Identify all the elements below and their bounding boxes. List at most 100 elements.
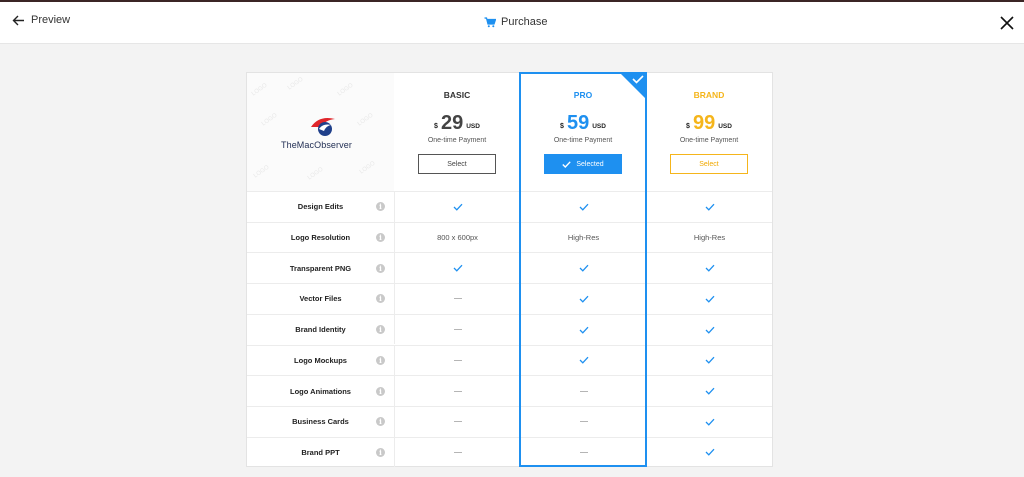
not-included-dash: [579, 421, 588, 423]
feature-row: Business Cards i: [247, 405, 772, 437]
feature-value-text: High-Res: [567, 233, 600, 243]
info-icon[interactable]: i: [376, 263, 385, 273]
checkmark-icon: [705, 449, 714, 457]
back-label: Preview: [31, 14, 71, 26]
feature-row: Vector Files i: [247, 283, 772, 314]
feature-name: Brand Identity: [295, 325, 346, 335]
select-brand-button[interactable]: Select: [670, 154, 748, 174]
select-basic-button[interactable]: Select: [418, 154, 496, 174]
feature-value-text: High-Res: [693, 233, 726, 243]
not-included-dash: [453, 390, 462, 392]
not-included-dash: [453, 298, 462, 300]
feature-value-text: 800 x 600px: [437, 233, 478, 243]
checkmark-icon: [579, 264, 588, 272]
checkmark-icon: [579, 203, 588, 211]
feature-row: Logo Mockups i: [247, 344, 772, 376]
feature-value-cell: [646, 376, 772, 406]
feature-value-cell: [520, 284, 646, 314]
plan-name: BASIC: [443, 90, 471, 100]
watermark: LOGO: [250, 82, 269, 98]
not-included-dash: [453, 359, 462, 361]
checkmark-icon: [705, 264, 714, 272]
logo-preview: LOGO LOGO LOGO LOGO LOGO LOGO LOGO LOGO …: [247, 73, 394, 191]
not-included-dash: [453, 421, 462, 423]
feature-value-cell: [646, 345, 772, 376]
feature-value-cell: [520, 437, 646, 468]
checkmark-icon: [705, 418, 714, 426]
brand-logo-icon: [311, 118, 335, 136]
checkmark-icon: [705, 387, 714, 395]
feature-value-cell: [394, 253, 520, 284]
info-icon[interactable]: i: [376, 447, 385, 457]
feature-row: Design Edits i: [247, 191, 772, 222]
checkmark-icon: [453, 264, 462, 272]
plan-brand: BRAND $ 99 USD One-time Payment Select: [646, 73, 772, 191]
info-icon[interactable]: i: [376, 233, 385, 243]
cart-icon: [484, 16, 496, 27]
feature-label-cell: Logo Animations i: [247, 376, 394, 406]
price-unit: USD: [592, 123, 606, 130]
checkmark-icon: [453, 203, 462, 211]
feature-value-cell: High-Res: [646, 222, 772, 253]
feature-value-cell: [394, 406, 520, 437]
currency-symbol: $: [686, 123, 690, 130]
payment-type: One-time Payment: [553, 137, 613, 144]
feature-row: Logo Animations i: [247, 375, 772, 406]
feature-label-cell: Business Cards i: [247, 407, 394, 437]
close-button[interactable]: [1000, 16, 1014, 35]
feature-value-cell: [646, 284, 772, 314]
feature-value-cell: [520, 376, 646, 406]
price-unit: USD: [718, 123, 732, 130]
feature-value-cell: [394, 192, 520, 222]
feature-row: Brand Identity i: [247, 313, 772, 345]
feature-row: Transparent PNG i: [247, 252, 772, 284]
watermark: LOGO: [252, 164, 271, 180]
price-amount: 99: [692, 112, 716, 134]
feature-name: Logo Resolution: [290, 233, 351, 243]
feature-label-cell: Brand Identity i: [247, 315, 394, 345]
checkmark-icon: [562, 160, 572, 168]
back-to-preview-button[interactable]: Preview: [12, 14, 70, 26]
feature-label-cell: Logo Resolution i: [247, 223, 394, 253]
checkmark-icon: [705, 357, 714, 365]
feature-value-cell: [646, 192, 772, 222]
button-label: Select: [699, 160, 719, 168]
feature-value-cell: [394, 314, 520, 345]
select-pro-button[interactable]: Selected: [544, 154, 622, 174]
feature-value-cell: [394, 376, 520, 406]
feature-value-cell: [520, 192, 646, 222]
selected-corner-check-icon: [619, 72, 647, 100]
feature-value-cell: [394, 437, 520, 468]
info-icon[interactable]: i: [376, 386, 385, 396]
currency-symbol: $: [560, 123, 564, 130]
watermark: LOGO: [358, 160, 377, 176]
feature-value-cell: 800 x 600px: [394, 222, 520, 253]
watermark: LOGO: [336, 82, 355, 98]
feature-name: Transparent PNG: [289, 263, 352, 273]
payment-type: One-time Payment: [427, 137, 487, 144]
watermark: LOGO: [356, 112, 375, 128]
button-label: Select: [447, 160, 467, 168]
feature-value-cell: [520, 314, 646, 345]
price-unit: USD: [466, 123, 480, 130]
not-included-dash: [453, 329, 462, 331]
currency-symbol: $: [434, 123, 438, 130]
feature-value-cell: [520, 253, 646, 284]
plan-basic: BASIC $ 29 USD One-time Payment Select: [394, 73, 520, 191]
info-icon[interactable]: i: [376, 355, 385, 365]
arrow-left-icon: [12, 15, 24, 25]
feature-name: Logo Animations: [290, 386, 351, 396]
feature-row: Logo Resolution i 800 x 600px High-Res High-…: [247, 221, 772, 253]
pricing-table: LOGO LOGO LOGO LOGO LOGO LOGO LOGO LOGO …: [246, 72, 773, 468]
feature-value-cell: [646, 437, 772, 468]
button-label: Selected: [576, 160, 604, 168]
feature-value-cell: [394, 284, 520, 314]
plan-header-row: LOGO LOGO LOGO LOGO LOGO LOGO LOGO LOGO …: [247, 73, 772, 191]
feature-value-cell: [394, 345, 520, 376]
feature-name: Business Cards: [292, 417, 349, 427]
feature-value-cell: [646, 314, 772, 345]
feature-label-cell: Brand PPT i: [247, 438, 394, 468]
feature-row: Brand PPT i: [247, 436, 772, 468]
page-title: Purchase: [484, 16, 547, 28]
checkmark-icon: [579, 357, 588, 365]
